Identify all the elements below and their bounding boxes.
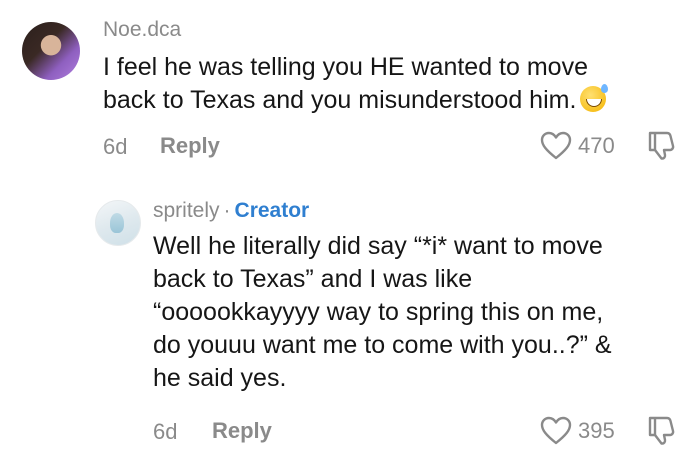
timestamp: 6d [103, 134, 128, 159]
comment-text-line: back to Texas and you misunderstood him. [103, 84, 609, 117]
comment-text-line: Well he literally did say “*i* want to m… [153, 232, 603, 260]
reply-button[interactable]: Reply [212, 418, 272, 444]
username[interactable]: Noe.dca [103, 18, 181, 42]
dislike-button[interactable] [645, 414, 677, 451]
comment-text-line: he said yes. [153, 364, 287, 392]
dislike-button[interactable] [645, 129, 677, 166]
thumbs-down-outline-icon [648, 131, 675, 160]
like-count: 470 [578, 133, 615, 158]
heart-outline-icon [540, 416, 572, 445]
like-button[interactable]: 395 [540, 416, 615, 446]
username[interactable]: spritely [153, 199, 220, 222]
comment-text-line: “oooookkayyyy way to spring this on me, [153, 298, 604, 326]
reply-button[interactable]: Reply [160, 133, 220, 159]
comment-text-line-content: back to Texas and you misunderstood him. [103, 86, 577, 114]
grinning-sweat-emoji [580, 84, 609, 112]
creator-badge: Creator [234, 199, 310, 222]
comment-text-line: back to Texas” and I was like [153, 265, 473, 293]
heart-outline-icon [540, 131, 572, 160]
separator: · [223, 199, 231, 222]
like-count: 395 [578, 418, 615, 443]
avatar[interactable] [22, 22, 80, 80]
like-button[interactable]: 470 [540, 131, 615, 161]
comment-text-line: do youuu want me to come with you..?” & [153, 331, 612, 359]
avatar[interactable] [95, 200, 141, 246]
timestamp: 6d [153, 419, 178, 444]
comment-text-line: I feel he was telling you HE wanted to m… [103, 53, 588, 81]
thumbs-down-outline-icon [648, 416, 675, 445]
username-line: spritely · Creator [153, 199, 309, 223]
